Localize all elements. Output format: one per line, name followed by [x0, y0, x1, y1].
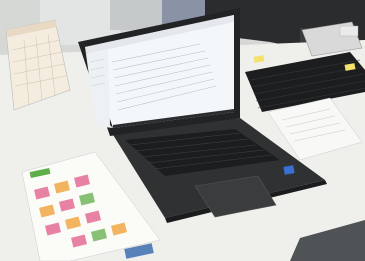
desk-phone-handset	[339, 25, 359, 37]
office-printer	[110, 0, 162, 30]
intel-sticker	[283, 165, 295, 175]
scene-svg	[0, 0, 365, 261]
photo	[0, 0, 365, 261]
